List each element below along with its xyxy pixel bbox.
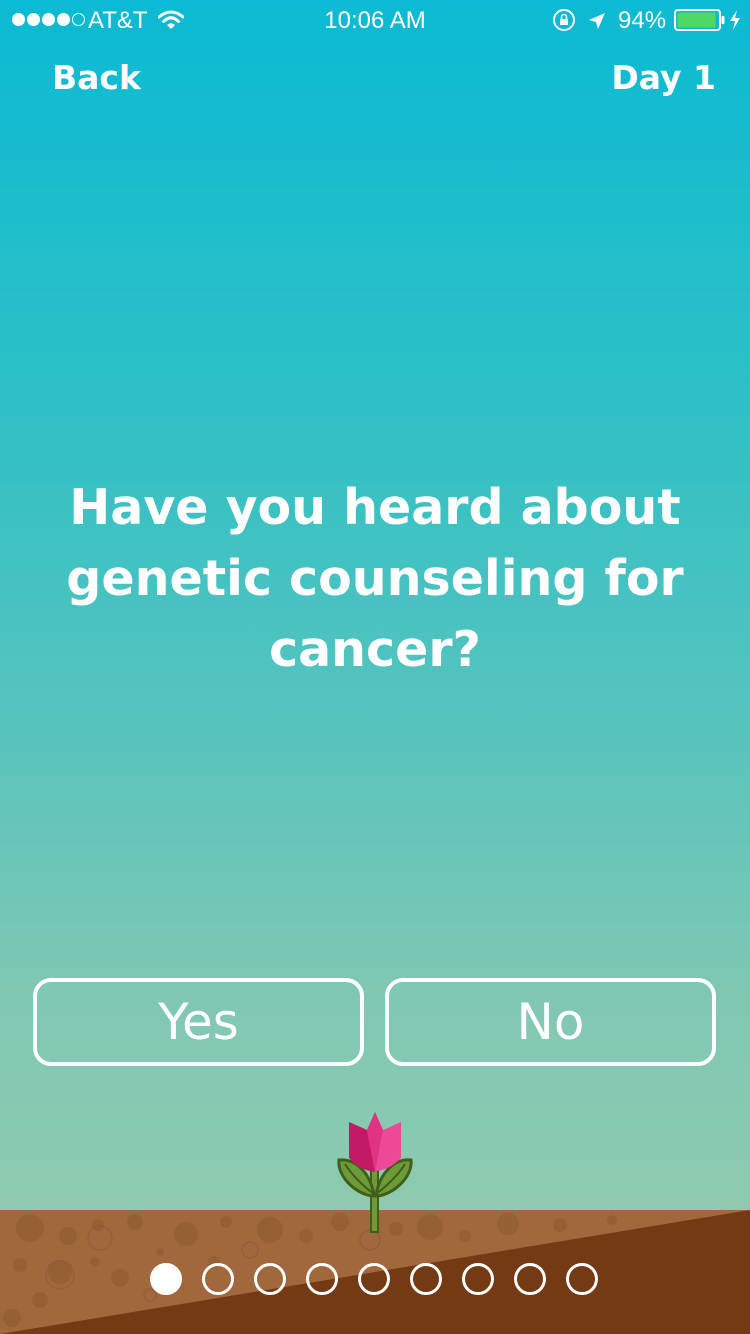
- page-dot-active: [150, 1263, 182, 1295]
- page-dot: [566, 1263, 598, 1295]
- page-dot: [254, 1263, 286, 1295]
- page-dot: [202, 1263, 234, 1295]
- page-dot: [306, 1263, 338, 1295]
- page-indicator: [150, 1263, 598, 1295]
- flower-icon: [337, 1112, 413, 1233]
- page-dot: [410, 1263, 442, 1295]
- page-dot: [514, 1263, 546, 1295]
- page-dot: [462, 1263, 494, 1295]
- question-screen: AT&T 10:06 AM 94% Back Day 1 Have you he…: [0, 0, 750, 1334]
- page-dot: [358, 1263, 390, 1295]
